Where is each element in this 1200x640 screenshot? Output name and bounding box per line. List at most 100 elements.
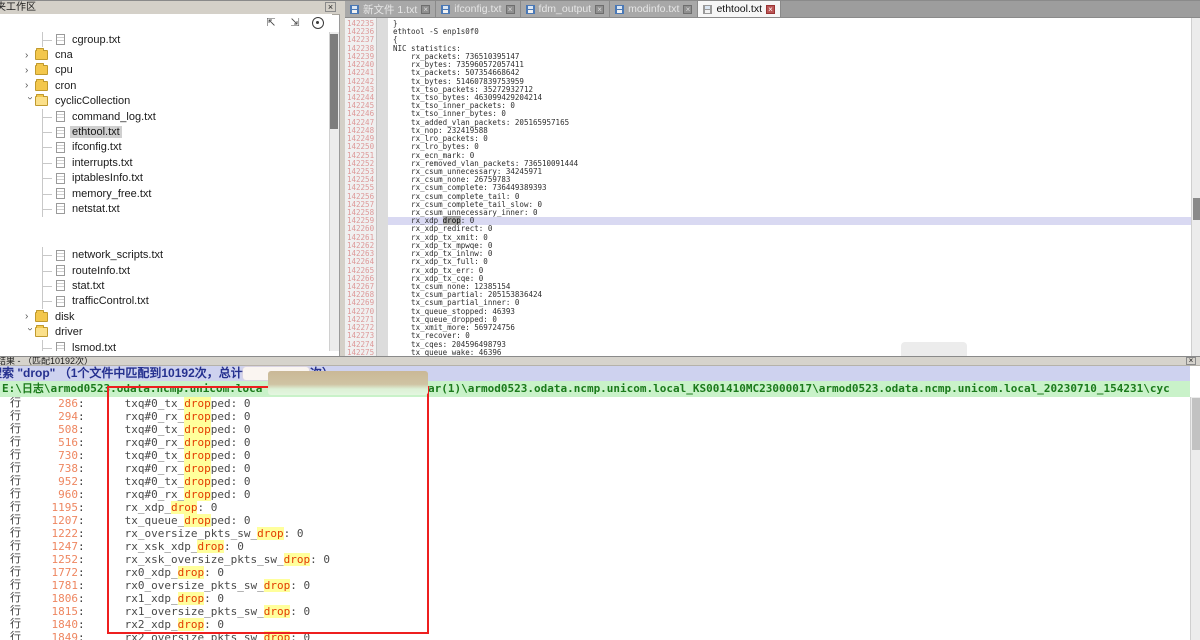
red-annotation-rectangle — [107, 386, 429, 634]
folder-icon — [35, 312, 48, 322]
tree-item-label: stat.txt — [70, 280, 106, 292]
tree-item-stat-txt[interactable]: stat.txt — [0, 278, 328, 293]
workspace-title: 夹工作区 — [0, 1, 36, 14]
row-label: 行 — [10, 592, 26, 605]
result-line-number: 1772 — [26, 566, 78, 579]
collapse-all-icon[interactable]: ⇲ — [288, 17, 302, 29]
result-line-number: 730 — [26, 449, 78, 462]
line-text: rx_xdp_tx_err: 0 — [388, 267, 1191, 275]
tree-item-driver[interactable]: › driver — [0, 324, 328, 339]
tree-item-label: ethtool.txt — [70, 126, 122, 138]
tree-item-iptablesInfo-txt[interactable]: iptablesInfo.txt — [0, 171, 328, 186]
tree-item-memory_free-txt[interactable]: memory_free.txt — [0, 186, 328, 201]
tab-ifconfig-txt[interactable]: ifconfig.txt× — [436, 1, 520, 17]
tree-scrollbar[interactable] — [329, 32, 339, 351]
tab-ethtool-txt[interactable]: ethtool.txt× — [698, 1, 781, 17]
row-label: 行 — [10, 436, 26, 449]
search-summary-row[interactable]: 搜索 "drop" （1个文件中匹配到10192次，总计 次） — [0, 366, 1190, 381]
editor-scrollbar-thumb[interactable] — [1193, 198, 1200, 220]
tree-item-command_log-txt[interactable]: command_log.txt — [0, 109, 328, 124]
results-scrollbar-thumb[interactable] — [1192, 398, 1200, 450]
tree-item-routeInfo-txt[interactable]: routeInfo.txt — [0, 263, 328, 278]
result-line-number: 1252 — [26, 553, 78, 566]
tree-item-cron[interactable]: ›cron — [0, 78, 328, 93]
file-icon — [56, 265, 65, 276]
result-line-number: 1247 — [26, 540, 78, 553]
result-line-number: 1781 — [26, 579, 78, 592]
expand-arrow-icon[interactable]: › — [25, 50, 35, 61]
editor-scrollbar[interactable] — [1191, 18, 1200, 356]
tab-close-icon[interactable]: × — [506, 5, 515, 14]
file-icon — [56, 142, 65, 153]
editor-line[interactable]: 142237{ — [345, 36, 1191, 44]
expand-arrow-icon[interactable]: › — [25, 65, 35, 76]
line-text: ethtool -S enp1s0f0 — [388, 28, 1191, 36]
tab-close-icon[interactable]: × — [595, 5, 604, 14]
tree-item-disk[interactable]: ›disk — [0, 309, 328, 324]
tab-close-icon[interactable]: × — [421, 5, 430, 14]
editor-line[interactable]: 142275 tx_queue_wake: 46396 — [345, 349, 1191, 356]
expand-arrow-icon[interactable]: › — [25, 311, 35, 322]
expand-arrow-icon[interactable]: › — [25, 80, 35, 91]
editor-line[interactable]: 142236ethtool -S enp1s0f0 — [345, 28, 1191, 36]
tree-item-label: interrupts.txt — [70, 157, 135, 169]
expand-arrow-icon[interactable]: › — [25, 96, 36, 106]
file-icon — [56, 250, 65, 261]
row-label: 行 — [10, 527, 26, 540]
tree-item-label: iptablesInfo.txt — [70, 172, 145, 184]
line-text: tx_xmit_more: 569724756 — [388, 324, 1191, 332]
line-text: rx_lro_bytes: 0 — [388, 143, 1191, 151]
tree-item-cpu[interactable]: ›cpu — [0, 63, 328, 78]
tree-item-ethtool-txt[interactable]: ethtool.txt — [0, 124, 328, 139]
tree-item-cgroup-txt[interactable]: cgroup.txt — [0, 32, 328, 47]
tree-connector — [42, 171, 56, 186]
tree-item-network_scripts-txt[interactable]: network_scripts.txt — [0, 247, 328, 262]
result-line-number: 1222 — [26, 527, 78, 540]
tab-close-icon[interactable]: × — [766, 5, 775, 14]
app-window: 夹工作区 × ⇱ ⇲ cgroup.txt›cna›cpu›cron›cycli… — [0, 0, 1200, 640]
locate-file-icon[interactable] — [312, 17, 324, 29]
tab-close-icon[interactable]: × — [683, 5, 692, 14]
row-label: 行 — [10, 540, 26, 553]
tree-item-label: driver — [53, 326, 85, 338]
tree-item-cyclicCollection[interactable]: ›cyclicCollection — [0, 94, 328, 109]
line-text: rx_xdp_tx_full: 0 — [388, 258, 1191, 266]
tree-item-trafficControl-txt[interactable]: trafficControl.txt — [0, 294, 328, 309]
row-label: 行 — [10, 397, 26, 410]
results-title-bar: 结果 - （匹配10192次） — [0, 356, 1200, 366]
workspace-close-icon[interactable]: × — [325, 2, 336, 12]
tree-item-ifconfig-txt[interactable]: ifconfig.txt — [0, 140, 328, 155]
tab--1-txt[interactable]: 新文件 1.txt× — [345, 1, 436, 17]
redaction-box — [901, 342, 967, 356]
workspace-toolbar: ⇱ ⇲ — [0, 14, 332, 32]
tree-connector — [42, 155, 56, 170]
row-label: 行 — [10, 566, 26, 579]
tree-scrollbar-thumb[interactable] — [330, 34, 338, 129]
results-scrollbar[interactable] — [1190, 397, 1200, 640]
tree-item-netstat-txt[interactable]: netstat.txt — [0, 201, 328, 216]
tab-label: fdm_output — [539, 3, 592, 15]
file-icon — [56, 280, 65, 291]
folder-icon — [35, 65, 48, 75]
folder-icon — [35, 81, 48, 91]
results-close-icon[interactable]: × — [1186, 357, 1196, 365]
file-tree[interactable]: cgroup.txt›cna›cpu›cron›cyclicCollection… — [0, 32, 328, 351]
file-icon — [56, 111, 65, 122]
tab-fdm_output[interactable]: fdm_output× — [521, 1, 611, 17]
file-icon — [56, 173, 65, 184]
result-line-number: 286 — [26, 397, 78, 410]
tree-gap — [0, 217, 328, 232]
tree-item-label: netstat.txt — [70, 203, 122, 215]
tree-item-cna[interactable]: ›cna — [0, 47, 328, 62]
expand-all-icon[interactable]: ⇱ — [264, 17, 278, 29]
line-text: { — [388, 36, 1191, 44]
editor-lines[interactable]: 142235}142236ethtool -S enp1s0f0142237{1… — [345, 20, 1191, 356]
editor-line[interactable]: 142272 tx_xmit_more: 569724756 — [345, 324, 1191, 332]
expand-arrow-icon[interactable]: › — [25, 327, 36, 337]
file-icon — [56, 157, 65, 168]
tab-modinfo-txt[interactable]: modinfo.txt× — [610, 1, 698, 17]
line-text: tx_queue_wake: 46396 — [388, 349, 1191, 356]
tree-item-lsmod-txt[interactable]: lsmod.txt — [0, 340, 328, 351]
editor-area[interactable]: 142235}142236ethtool -S enp1s0f0142237{1… — [345, 18, 1191, 356]
tree-item-interrupts-txt[interactable]: interrupts.txt — [0, 155, 328, 170]
